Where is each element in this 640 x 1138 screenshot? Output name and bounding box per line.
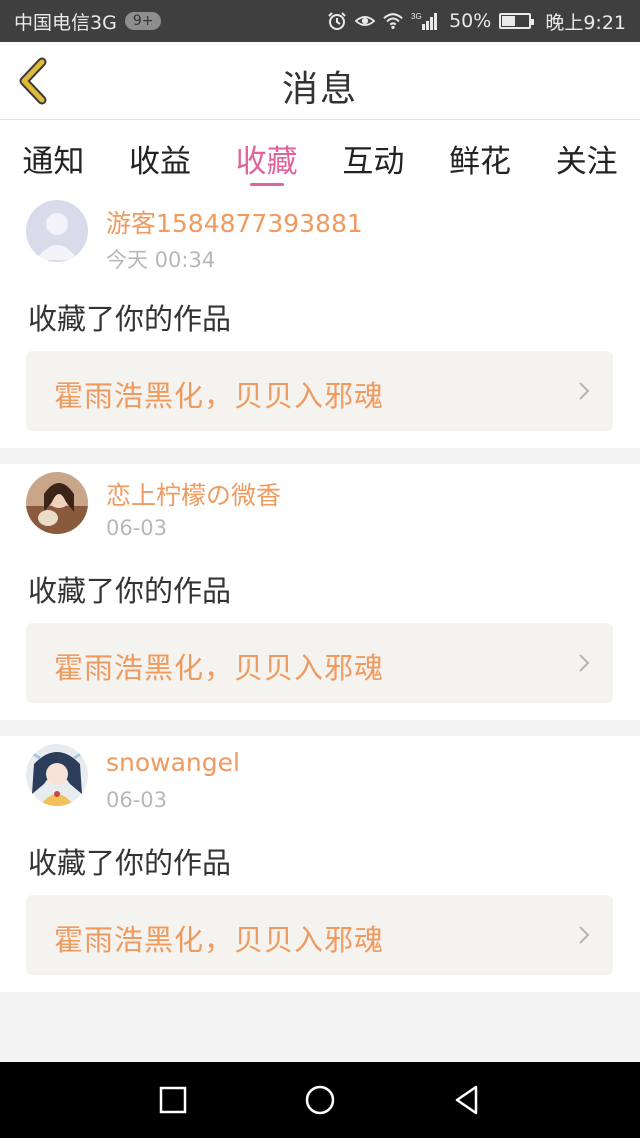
status-bar: 中国电信3G 9+ 3G 50% 晚上9:21 [0,0,640,42]
message-list: 游客1584877393881 今天 00:34 收藏了你的作品 霍雨浩黑化，贝… [0,192,640,1008]
work-title: 霍雨浩黑化，贝贝入邪魂 [54,379,385,413]
default-avatar-icon[interactable] [26,200,88,262]
carrier-label: 中国电信3G [14,11,117,34]
home-icon[interactable] [302,1082,338,1118]
timestamp: 06-03 [106,516,168,540]
username[interactable]: snowangel [106,748,240,777]
work-link[interactable]: 霍雨浩黑化，贝贝入邪魂 [26,623,613,703]
work-title: 霍雨浩黑化，贝贝入邪魂 [54,651,385,685]
system-nav-bar [0,1062,640,1138]
battery-icon [499,13,535,29]
svg-text:3G: 3G [411,12,422,21]
chevron-right-icon [579,382,590,400]
page-title: 消息 [281,69,358,110]
clock: 晚上9:21 [545,11,626,34]
recent-apps-icon[interactable] [155,1082,191,1118]
work-link[interactable]: 霍雨浩黑化，贝贝入邪魂 [26,351,613,431]
list-item: snowangel 06-03 收藏了你的作品 霍雨浩黑化，贝贝入邪魂 [0,736,640,992]
work-link[interactable]: 霍雨浩黑化，贝贝入邪魂 [26,895,613,975]
tab-earnings[interactable]: 收益 [107,120,214,192]
action-text: 收藏了你的作品 [28,574,232,608]
notification-count-badge: 9+ [124,12,162,30]
user-avatar[interactable] [26,744,88,806]
cellular-signal-icon: 3G [411,12,438,30]
action-text: 收藏了你的作品 [28,846,232,880]
tab-bar: 通知 收益 收藏 互动 鲜花 关注 [0,120,640,192]
wifi-icon [383,13,403,29]
list-item: 游客1584877393881 今天 00:34 收藏了你的作品 霍雨浩黑化，贝… [0,192,640,448]
header: 消息 [0,42,640,120]
back-icon[interactable] [449,1082,485,1118]
chevron-right-icon [579,926,590,944]
tab-favorites[interactable]: 收藏 [213,120,320,192]
timestamp: 06-03 [106,788,168,812]
work-title: 霍雨浩黑化，贝贝入邪魂 [54,923,385,957]
user-avatar[interactable] [26,472,88,534]
tab-follows[interactable]: 关注 [533,120,640,192]
tab-flowers[interactable]: 鲜花 [427,120,534,192]
list-item: 恋上柠檬の微香 06-03 收藏了你的作品 霍雨浩黑化，贝贝入邪魂 [0,464,640,720]
username[interactable]: 恋上柠檬の微香 [106,476,281,512]
timestamp: 今天 00:34 [106,248,216,272]
eye-comfort-icon [355,16,376,26]
alarm-icon [328,12,346,30]
battery-percent: 50% [449,10,492,32]
action-text: 收藏了你的作品 [28,302,232,336]
username[interactable]: 游客1584877393881 [106,204,363,240]
tab-interactions[interactable]: 互动 [320,120,427,192]
chevron-right-icon [579,654,590,672]
tab-notifications[interactable]: 通知 [0,120,107,192]
